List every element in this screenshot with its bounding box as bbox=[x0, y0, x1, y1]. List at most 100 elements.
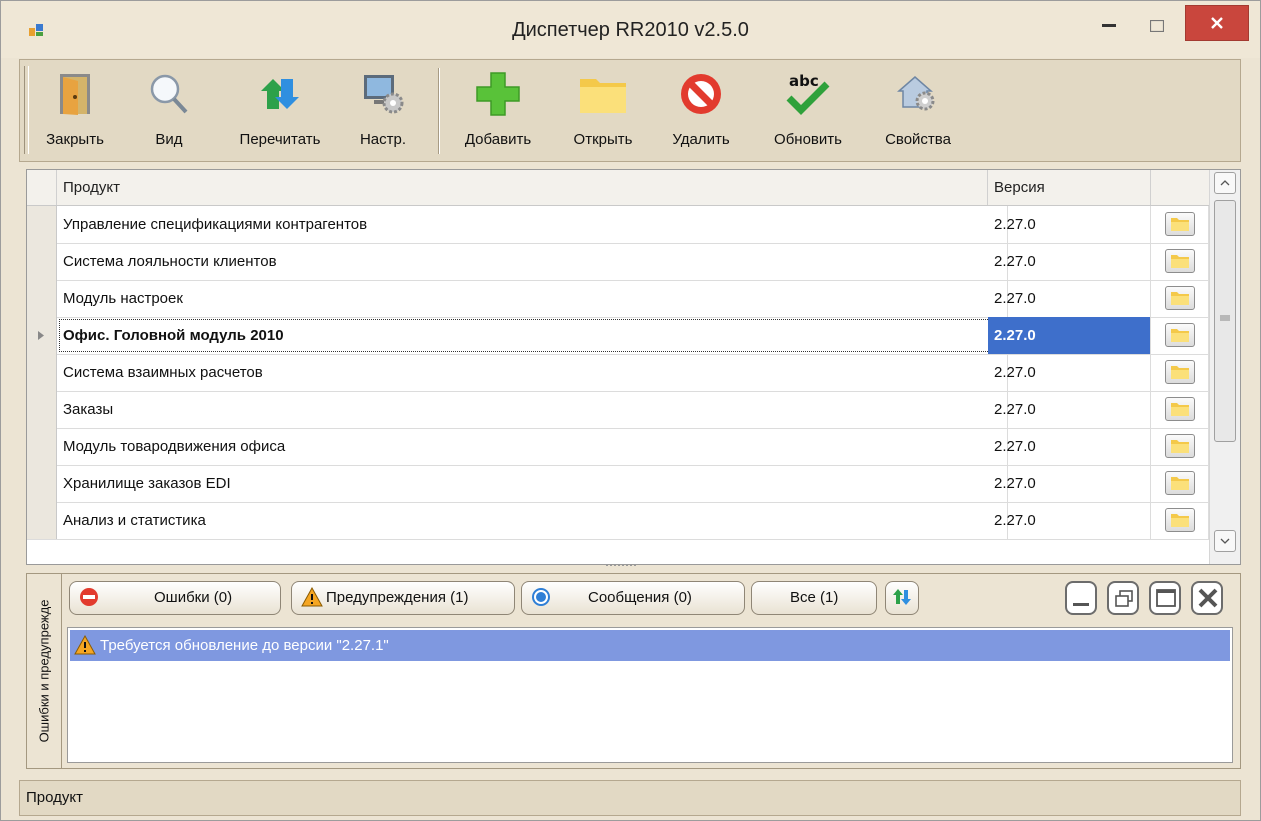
delete-button[interactable]: Удалить bbox=[662, 64, 740, 158]
panel-minimize-button[interactable] bbox=[1065, 581, 1097, 615]
window-title: Диспетчер RR2010 v2.5.0 bbox=[512, 19, 749, 41]
product-cell[interactable]: Хранилище заказов EDI bbox=[57, 465, 1008, 502]
product-cell[interactable]: Система лояльности клиентов bbox=[57, 243, 1008, 280]
table-row[interactable]: Модуль настроек 2.27.0 bbox=[27, 280, 1209, 318]
product-cell[interactable]: Офис. Головной модуль 2010 bbox=[57, 317, 1008, 354]
open-folder-button[interactable] bbox=[1165, 286, 1195, 310]
open-folder-button[interactable] bbox=[1165, 397, 1195, 421]
table-row[interactable]: Модуль товародвижения офиса 2.27.0 bbox=[27, 428, 1209, 466]
house-gear-icon bbox=[897, 76, 935, 111]
product-cell[interactable]: Система взаимных расчетов bbox=[57, 354, 1008, 391]
warning-icon bbox=[301, 587, 323, 607]
open-folder-button[interactable] bbox=[1165, 471, 1195, 495]
maximize-button[interactable] bbox=[1137, 8, 1177, 44]
version-cell[interactable]: 2.27.0 bbox=[988, 465, 1151, 502]
open-folder-button[interactable] bbox=[1165, 249, 1195, 273]
action-cell bbox=[1151, 465, 1209, 502]
table-row[interactable]: Хранилище заказов EDI 2.27.0 bbox=[27, 465, 1209, 503]
open-folder-button[interactable] bbox=[1165, 508, 1195, 532]
row-header[interactable] bbox=[27, 243, 57, 280]
scroll-thumb[interactable] bbox=[1214, 200, 1236, 442]
row-header[interactable] bbox=[27, 317, 57, 354]
version-cell[interactable]: 2.27.0 bbox=[988, 354, 1151, 391]
version-cell[interactable]: 2.27.0 bbox=[988, 280, 1151, 317]
table-row[interactable]: Анализ и статистика 2.27.0 bbox=[27, 502, 1209, 540]
product-cell[interactable]: Заказы bbox=[57, 391, 1008, 428]
restore-icon bbox=[1115, 590, 1133, 607]
error-stop-icon bbox=[80, 588, 98, 606]
row-header[interactable] bbox=[27, 428, 57, 465]
messages-filter-button[interactable]: Сообщения (0) bbox=[521, 581, 745, 615]
grip-lines-icon bbox=[1220, 315, 1230, 321]
row-header[interactable] bbox=[27, 502, 57, 539]
panel-restore-button[interactable] bbox=[1107, 581, 1139, 615]
open-folder-button[interactable] bbox=[1165, 212, 1195, 236]
close-button[interactable]: Закрыть bbox=[38, 64, 112, 158]
product-cell[interactable]: Модуль товародвижения офиса bbox=[57, 428, 1008, 465]
version-cell[interactable]: 2.27.0 bbox=[988, 243, 1151, 280]
row-header[interactable] bbox=[27, 465, 57, 502]
row-header[interactable] bbox=[27, 391, 57, 428]
action-cell bbox=[1151, 391, 1209, 428]
column-header-version[interactable]: Версия bbox=[988, 170, 1151, 205]
row-header[interactable] bbox=[27, 280, 57, 317]
open-folder-button[interactable] bbox=[1165, 323, 1195, 347]
folder-icon bbox=[1171, 477, 1189, 490]
table-row[interactable]: Система взаимных расчетов 2.27.0 bbox=[27, 354, 1209, 392]
row-header-corner bbox=[27, 170, 57, 205]
message-text: Требуется обновление до версии "2.27.1" bbox=[100, 637, 389, 654]
errors-filter-button[interactable]: Ошибки (0) bbox=[69, 581, 281, 615]
refresh-arrows-icon bbox=[893, 589, 911, 605]
version-cell[interactable]: 2.27.0 bbox=[988, 502, 1151, 539]
errors-warnings-tab[interactable]: Ошибки и предупрежде bbox=[27, 574, 62, 768]
properties-button[interactable]: Свойства bbox=[872, 64, 964, 158]
panel-maximize-button[interactable] bbox=[1149, 581, 1181, 615]
all-filter-button[interactable]: Все (1) bbox=[751, 581, 877, 615]
refresh-messages-button[interactable] bbox=[885, 581, 919, 615]
version-cell[interactable]: 2.27.0 bbox=[988, 391, 1151, 428]
warning-icon bbox=[74, 635, 96, 655]
table-row[interactable]: Управление спецификациями контрагентов 2.… bbox=[27, 206, 1209, 244]
delete-label: Удалить bbox=[672, 131, 730, 148]
folder-icon bbox=[1171, 218, 1189, 231]
add-button[interactable]: Добавить bbox=[452, 64, 544, 158]
toolbar-grip[interactable] bbox=[24, 66, 29, 154]
table-row[interactable]: Офис. Головной модуль 2010 2.27.0 bbox=[27, 317, 1209, 355]
product-cell[interactable]: Анализ и статистика bbox=[57, 502, 1008, 539]
close-window-button[interactable] bbox=[1185, 5, 1249, 41]
table-row[interactable]: Система лояльности клиентов 2.27.0 bbox=[27, 243, 1209, 281]
view-button[interactable]: Вид bbox=[146, 64, 192, 158]
product-cell[interactable]: Управление спецификациями контрагентов bbox=[57, 206, 1008, 243]
table-row[interactable]: Заказы 2.27.0 bbox=[27, 391, 1209, 429]
view-label: Вид bbox=[155, 131, 183, 148]
no-entry-icon bbox=[681, 74, 721, 114]
panel-splitter[interactable] bbox=[606, 564, 636, 570]
open-folder-button[interactable] bbox=[1165, 360, 1195, 384]
update-button[interactable]: abc Обновить bbox=[760, 64, 856, 158]
open-button[interactable]: Открыть bbox=[564, 64, 642, 158]
version-cell[interactable]: 2.27.0 bbox=[988, 428, 1151, 465]
scroll-down-button[interactable] bbox=[1214, 530, 1236, 552]
row-header[interactable] bbox=[27, 354, 57, 391]
settings-button[interactable]: Настр. bbox=[352, 64, 414, 158]
add-label: Добавить bbox=[464, 131, 532, 148]
row-header[interactable] bbox=[27, 206, 57, 243]
warnings-filter-button[interactable]: Предупреждения (1) bbox=[291, 581, 515, 615]
column-header-product[interactable]: Продукт bbox=[57, 170, 988, 205]
scroll-up-button[interactable] bbox=[1214, 172, 1236, 194]
action-cell bbox=[1151, 354, 1209, 391]
action-cell bbox=[1151, 243, 1209, 280]
action-cell bbox=[1151, 317, 1209, 354]
reread-button[interactable]: Перечитать bbox=[220, 64, 340, 158]
message-row[interactable]: Требуется обновление до версии "2.27.1" bbox=[70, 630, 1230, 661]
version-cell[interactable]: 2.27.0 bbox=[988, 206, 1151, 243]
panel-close-button[interactable] bbox=[1191, 581, 1223, 615]
open-folder-button[interactable] bbox=[1165, 434, 1195, 458]
product-cell[interactable]: Модуль настроек bbox=[57, 280, 1008, 317]
folder-icon bbox=[1171, 403, 1189, 416]
version-cell[interactable]: 2.27.0 bbox=[988, 317, 1151, 354]
update-label: Обновить bbox=[774, 131, 842, 148]
minimize-button[interactable] bbox=[1089, 8, 1129, 44]
vertical-scrollbar[interactable] bbox=[1209, 170, 1240, 564]
column-header-action bbox=[1151, 170, 1209, 205]
